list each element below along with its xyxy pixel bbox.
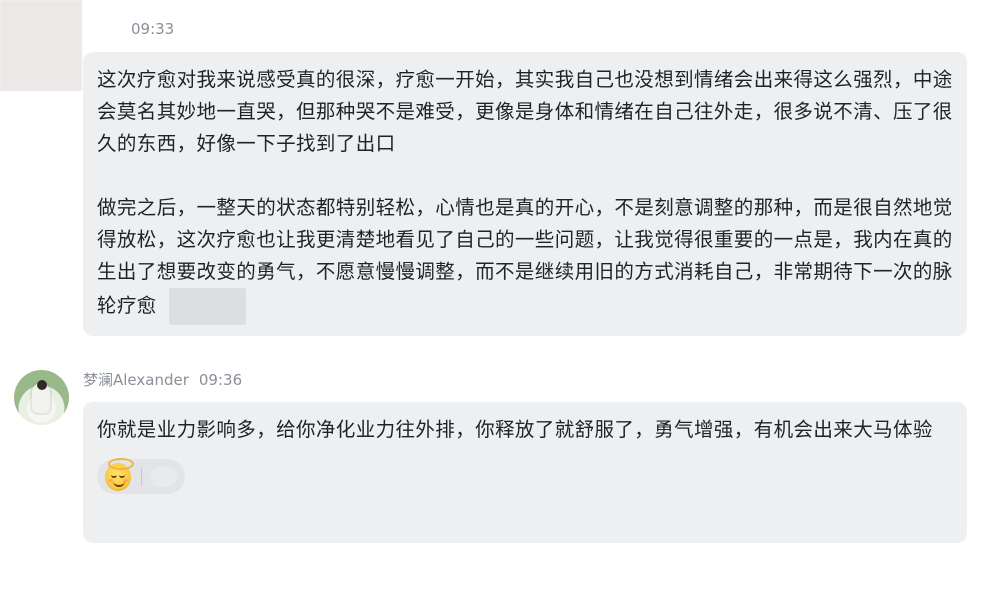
message-paragraph: 这次疗愈对我来说感受真的很深，疗愈一开始，其实我自己也没想到情绪会出来得这么强烈… (97, 68, 953, 155)
sender-name: 梦澜Alexander (83, 371, 189, 389)
message-paragraph: 做完之后，一整天的状态都特别轻松，心情也是真的开心，不是刻意调整的那种，而是很自… (97, 192, 953, 325)
redacted-chip (168, 288, 246, 325)
reaction-divider (140, 467, 142, 486)
smiling-face-with-halo-icon (105, 457, 134, 491)
reaction-pill[interactable] (97, 457, 185, 494)
message-meta: 梦澜Alexander 09:36 (83, 370, 242, 390)
message-time: 09:36 (198, 371, 243, 389)
avatar[interactable] (14, 370, 69, 425)
message-time: 09:33 (131, 20, 175, 38)
avatar-blurred[interactable] (0, 0, 82, 91)
message-bubble[interactable]: 这次疗愈对我来说感受真的很深，疗愈一开始，其实我自己也没想到情绪会出来得这么强烈… (83, 52, 967, 336)
reactor-names-redacted (149, 466, 177, 487)
chat-thread: 09:33 这次疗愈对我来说感受真的很深，疗愈一开始，其实我自己也没想到情绪会出… (0, 0, 995, 599)
message-text: 你就是业力影响多，给你净化业力往外排，你释放了就舒服了，勇气增强，有机会出来大马… (97, 418, 933, 441)
avatar-head (37, 380, 47, 390)
message-bubble[interactable]: 你就是业力影响多，给你净化业力往外排，你释放了就舒服了，勇气增强，有机会出来大马… (83, 402, 967, 543)
message-meta: 09:33 (108, 19, 174, 39)
